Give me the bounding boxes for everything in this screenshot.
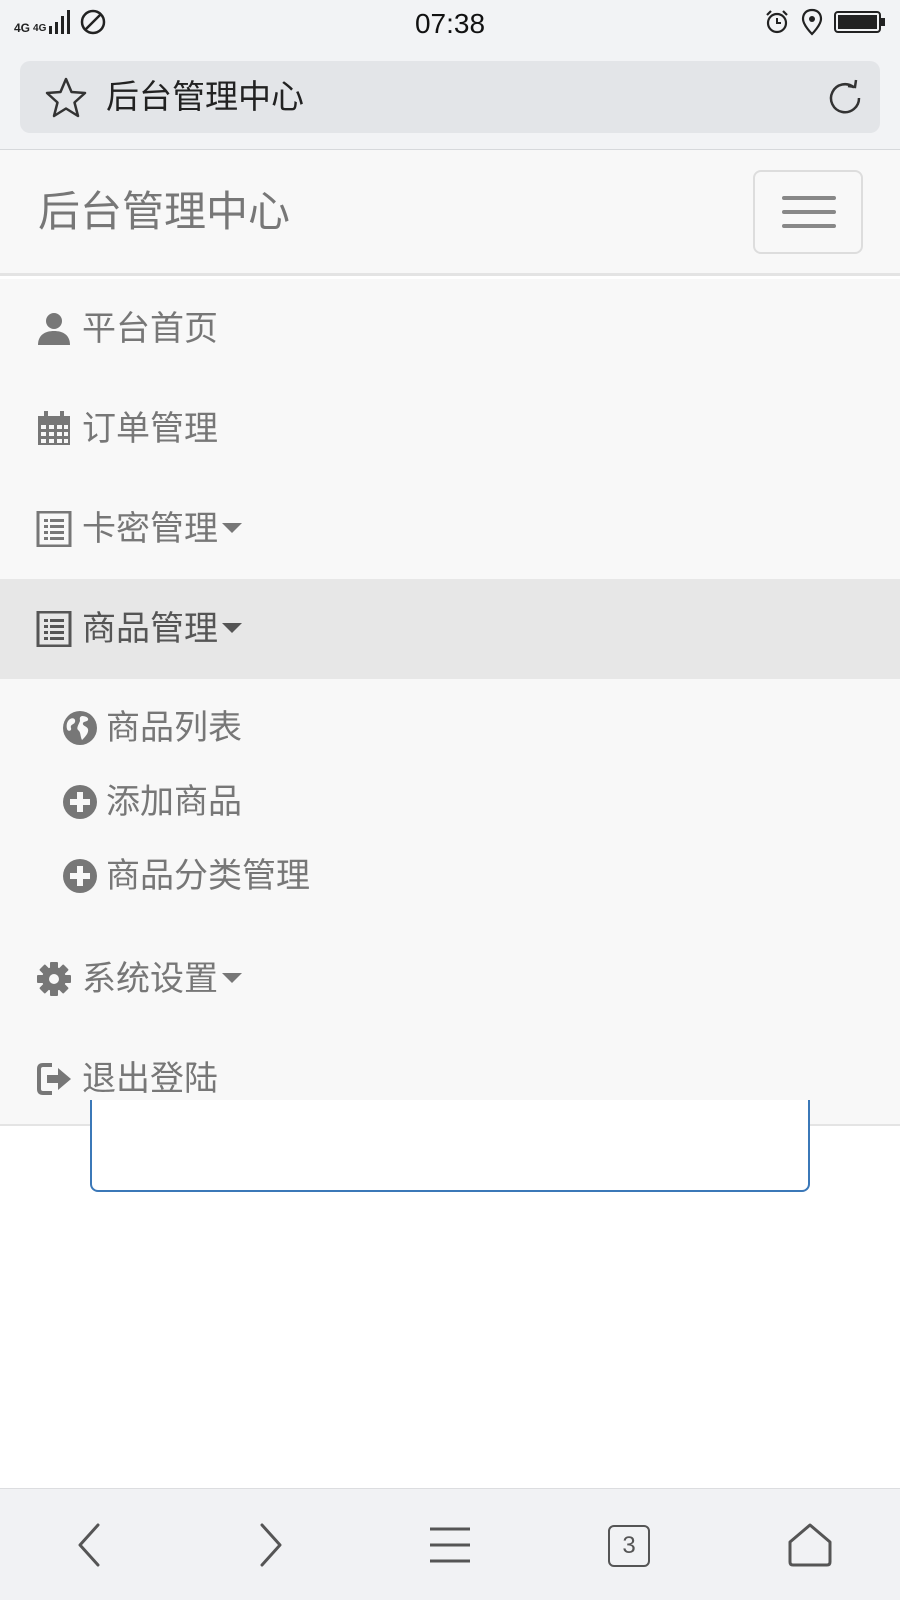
menu-label: 平台首页 [82,309,218,349]
status-right [764,8,886,36]
tabs-icon: 3 [608,1525,650,1567]
gear-icon [37,962,71,996]
menu-label: 订单管理 [82,409,218,449]
menu-label: 商品管理 [82,579,242,679]
back-icon [78,1523,100,1567]
browser-toolbar: 3 [0,1488,900,1600]
calendar-icon [38,411,70,445]
submenu-label: 商品分类管理 [106,856,310,896]
navbar: 后台管理中心 [0,150,900,276]
list-icon [36,611,72,647]
plus-circle-icon [63,859,97,893]
reload-icon[interactable] [824,77,866,119]
menu-item-settings[interactable]: 系统设置 [0,929,900,1029]
nav-menu: 平台首页 订单管理 卡密管理 商品管理 商品列表 添加商品 商品分类管理 系统设… [0,279,900,1126]
menu-label: 系统设置 [82,929,242,1029]
caret-down-icon [222,972,242,983]
page-title: 后台管理中心 [106,77,304,116]
logout-icon [37,1063,71,1095]
star-icon[interactable] [44,76,88,120]
battery-icon [834,11,885,33]
user-icon [38,313,70,345]
plus-circle-icon [63,785,97,819]
address-field[interactable]: 后台管理中心 [20,61,880,133]
alarm-icon [766,10,788,34]
submenu-label: 商品列表 [106,708,242,748]
caret-down-icon [222,622,242,633]
menu-item-orders[interactable]: 订单管理 [0,379,900,479]
submenu-item-add-product[interactable]: 添加商品 [0,765,900,839]
menu-item-home[interactable]: 平台首页 [0,279,900,379]
home-icon [788,1523,832,1567]
globe-icon [63,711,97,745]
back-button[interactable] [60,1515,120,1575]
list-icon [36,511,72,547]
submenu-label: 添加商品 [106,782,242,822]
menu-label: 卡密管理 [82,479,242,579]
text-input[interactable] [90,1100,810,1192]
forward-icon [260,1523,282,1567]
submenu-item-product-categories[interactable]: 商品分类管理 [0,839,900,913]
submenu-item-product-list[interactable]: 商品列表 [0,691,900,765]
navbar-brand[interactable]: 后台管理中心 [38,150,290,274]
menu-button[interactable] [420,1515,480,1575]
navbar-toggle-button[interactable] [753,170,863,254]
caret-down-icon [222,522,242,533]
browser-address-bar: 后台管理中心 [0,48,900,150]
tabs-button[interactable]: 3 [598,1515,658,1575]
home-button[interactable] [780,1515,840,1575]
menu-item-products[interactable]: 商品管理 [0,579,900,679]
location-icon [801,8,823,36]
forward-button[interactable] [240,1515,300,1575]
menu-item-card-codes[interactable]: 卡密管理 [0,479,900,579]
status-bar: 4G 4G 07:38 [0,0,900,48]
menu-icon [430,1527,470,1563]
